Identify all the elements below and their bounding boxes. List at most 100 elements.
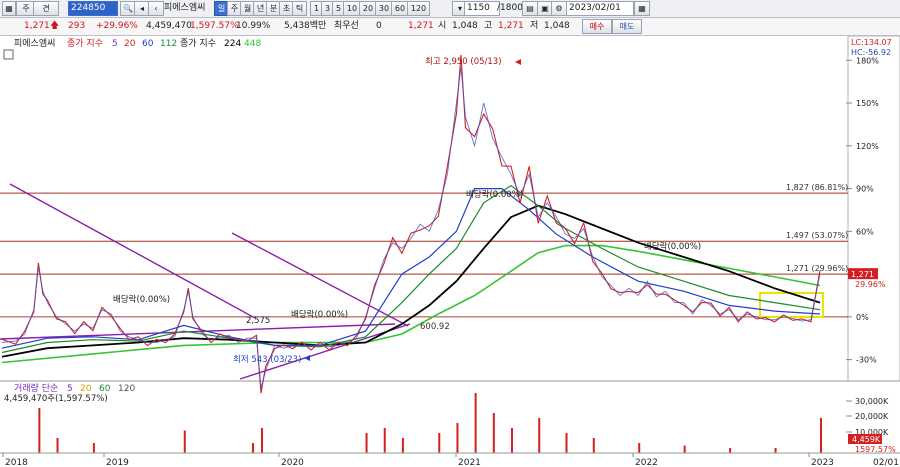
horizontal-line-label: 1,497 (53.07%) (786, 231, 848, 240)
last-pct-label: 29.96% (855, 280, 886, 289)
volume-pct: 1,597.57% (190, 21, 239, 31)
date-label: 2020 (281, 458, 304, 467)
date-label: 2021 (458, 458, 481, 467)
buy-button[interactable]: 매수 (582, 19, 612, 34)
quote-bar: 1,271 🡅 293 +29.96% 4,459,470 1,597.57% … (0, 18, 900, 36)
y-tick-label: 60% (856, 227, 874, 236)
stock-chart[interactable]: 피에스엠씨 종가 지수 5 20 60 112 종가 지수 224 448 LC:134.07HC… (0, 36, 900, 467)
volume-bar (492, 413, 495, 453)
legend-ma-448: 448 (244, 39, 261, 49)
stock-code-input[interactable]: 224850 (68, 1, 118, 16)
open-label: 시 (438, 21, 447, 31)
volume-bar (401, 438, 404, 453)
date-label: 2022 (635, 458, 658, 467)
volume-ma-60: 60 (99, 384, 111, 394)
high-price: 1,271 (498, 21, 524, 31)
volume-tick-label: 20,000K (855, 412, 889, 421)
horizontal-line-label: 1,271 (29.96%) (786, 264, 848, 273)
volume-bar (729, 448, 732, 453)
date-label: 02/01 (873, 458, 899, 467)
change-pct: +29.96% (96, 21, 138, 31)
toolbar: ▦ 주 견 224850 🔍 ◂ ‹ 피에스엠씨 일주월년분초틱 1 3 5 10 20… (0, 0, 900, 18)
up-arrow-icon: 🡅 (50, 21, 60, 31)
volume: 4,459,470 (146, 21, 192, 31)
pref-val: 0 (376, 21, 382, 31)
volume-tick-label: 30,000K (855, 397, 889, 406)
annotation-60092: 600.92 (420, 322, 450, 332)
y-tick-label: -30% (856, 356, 877, 365)
y-tick-label: 90% (856, 185, 874, 194)
annotation-dividend-3: 배당락(0.00%) (291, 309, 348, 320)
total-count: /1800 (497, 3, 523, 13)
turnover: 10.99% (236, 21, 271, 31)
last-volume-label: 4,459K (852, 435, 881, 444)
volume-ma-20: 20 (80, 384, 92, 394)
volume-bar (183, 430, 186, 453)
interval-button-120[interactable]: 120 (407, 1, 430, 16)
annotation-dividend-1: 배당락(0.00%) (466, 189, 523, 200)
annotation-dividend-4: 배당락(0.00%) (644, 241, 701, 252)
volume-bar (383, 428, 386, 453)
y-tick-label: 180% (856, 56, 879, 65)
volume-bar (510, 428, 513, 453)
annotation-2575: 2,575 (246, 316, 270, 326)
count-input[interactable]: 1150 (464, 1, 500, 16)
volume-title: 거래량 단순 (14, 382, 58, 394)
volume-bar (38, 408, 41, 453)
grid-icon[interactable]: ▦ (2, 1, 16, 16)
volume-bar (538, 418, 541, 453)
legend-name: 피에스엠씨 (14, 37, 55, 49)
chart-icon[interactable]: ▤ (522, 1, 538, 16)
y-tick-label: 0% (856, 313, 869, 322)
annotation-high: 최고 2,950 (05/13) (425, 56, 502, 67)
volume-bar (474, 393, 477, 453)
volume-bar (56, 438, 59, 453)
date-label: 2019 (106, 458, 129, 467)
date-input[interactable]: 2023/02/01 (566, 1, 634, 16)
low-price: 1,048 (544, 21, 570, 31)
legend-ma-224: 224 (224, 39, 241, 49)
volume-bar (592, 438, 595, 453)
legend-lc: LC:134.07 (851, 38, 892, 47)
legend-ma-20: 20 (124, 39, 136, 49)
volume-ma-5: 5 (67, 384, 73, 394)
volume-bar (638, 443, 641, 453)
volume-bar (261, 428, 264, 453)
volume-bar (365, 433, 368, 453)
annotation-low: 최저 543 (03/23) (233, 354, 301, 365)
annotation-dividend-2: 배당락(0.00%) (113, 294, 170, 305)
date-label: 2023 (811, 458, 834, 467)
volume-bar (456, 423, 459, 453)
volume-bar (251, 443, 254, 453)
period-button-6[interactable]: 틱 (292, 1, 307, 16)
amount: 5,438백만 (284, 21, 327, 31)
pref-label: 최우선 (334, 21, 359, 31)
date-label: 2018 (5, 458, 28, 467)
legend-ma-112: 112 (160, 39, 177, 49)
sell-button[interactable]: 매도 (612, 19, 642, 34)
stock-name: 피에스엠씨 (164, 3, 206, 13)
gear-icon[interactable]: ⚙ (551, 1, 567, 16)
calendar-icon[interactable]: ▦ (634, 1, 650, 16)
price-axis (847, 36, 900, 382)
y-tick-label: 120% (856, 142, 879, 151)
volume-bar (774, 448, 777, 453)
pref-price: 1,271 (408, 21, 434, 31)
y-tick-label: 150% (856, 99, 879, 108)
volume-bar (565, 433, 568, 453)
legend-ma-60: 60 (142, 39, 154, 49)
volume-bar (683, 445, 686, 453)
volume-bar (820, 418, 822, 453)
volume-bar (92, 443, 95, 453)
mode-sub-select[interactable]: 견 (33, 1, 59, 16)
low-label: 저 (530, 21, 539, 31)
volume-ma-120: 120 (118, 384, 135, 394)
volume-value: 4,459,470주(1,597.57%) (4, 394, 108, 404)
legend-ma-label: 종가 지수 (67, 38, 103, 49)
legend-ma-5: 5 (112, 39, 118, 49)
high-label: 고 (484, 21, 493, 31)
legend-ma2-label: 종가 지수 (180, 38, 216, 49)
prev-icon[interactable]: ‹ (148, 1, 164, 16)
chart-background (0, 36, 900, 467)
open-price: 1,048 (452, 21, 478, 31)
